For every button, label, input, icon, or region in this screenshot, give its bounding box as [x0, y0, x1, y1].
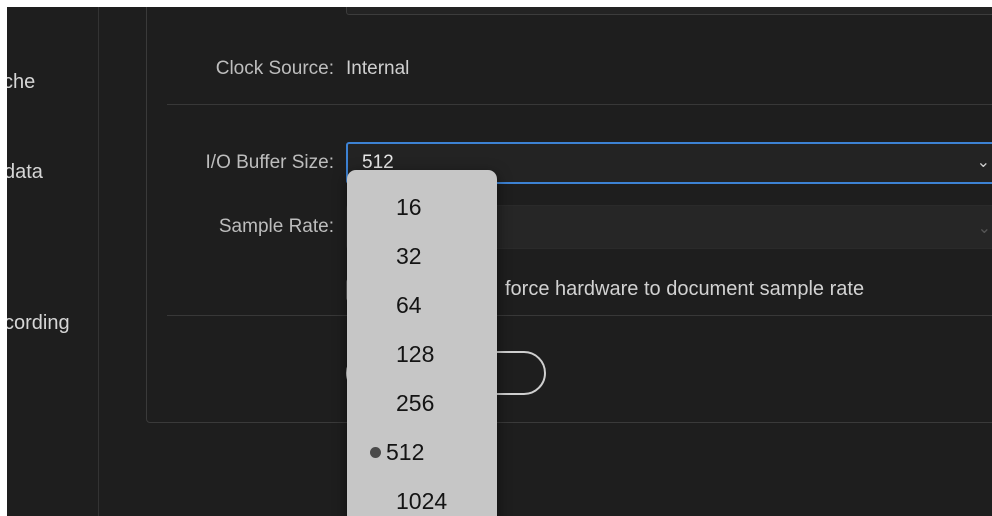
sidebar-item-media-cache[interactable]: che: [7, 71, 35, 94]
dropdown-option[interactable]: 64: [347, 282, 497, 328]
dropdown-option[interactable]: 1024: [347, 478, 497, 516]
sample-rate-label: Sample Rate:: [218, 216, 334, 237]
dropdown-option[interactable]: 128: [347, 331, 497, 377]
sidebar: che data cording: [7, 7, 99, 516]
clock-source-label: Clock Source:: [215, 58, 334, 79]
buffer-size-label: I/O Buffer Size:: [205, 152, 334, 173]
clock-field: Universal Audio Thunderbolt: [346, 7, 992, 15]
dropdown-option[interactable]: 16: [347, 184, 497, 230]
force-sample-rate-label: force hardware to document sample rate: [505, 278, 865, 300]
sidebar-item-recording[interactable]: cording: [7, 312, 70, 335]
dropdown-option[interactable]: 32: [347, 233, 497, 279]
bullet-icon: [370, 447, 381, 458]
chevron-down-icon: ⌄: [976, 154, 990, 171]
sidebar-item-metadata[interactable]: data: [7, 161, 43, 184]
preferences-window: che data cording Universal Audio Thunder…: [7, 7, 992, 516]
dropdown-option-selected[interactable]: 512: [347, 429, 497, 475]
buffer-size-dropdown-menu: 16 32 64 128 256 512 1024: [347, 170, 497, 516]
divider: [167, 104, 992, 105]
divider: [167, 315, 992, 316]
dropdown-option[interactable]: 256: [347, 380, 497, 426]
chevron-down-icon: ⌄: [977, 220, 991, 237]
clock-source-value: Internal: [346, 58, 410, 79]
